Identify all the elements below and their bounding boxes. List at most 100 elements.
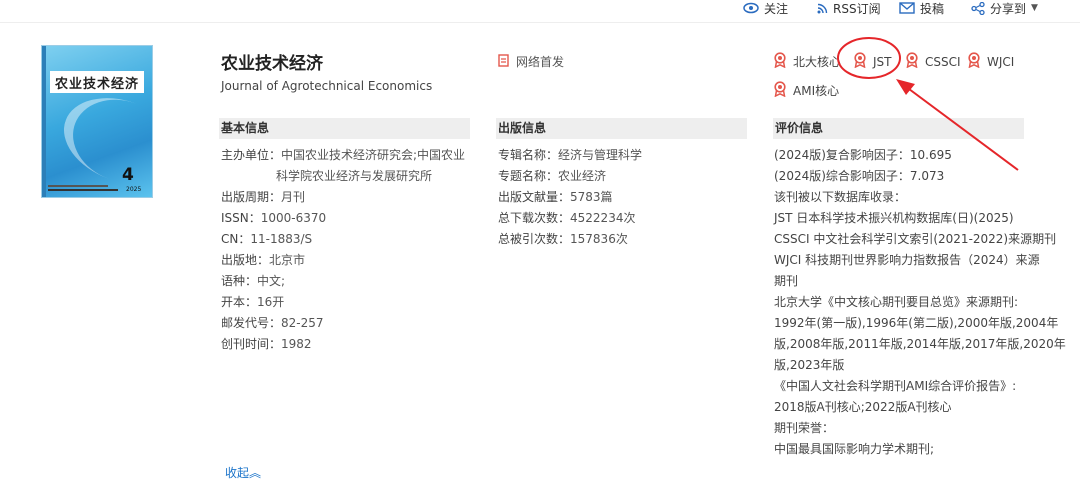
header-divider bbox=[0, 22, 1080, 23]
arrow-head-icon bbox=[896, 79, 915, 95]
topic-value: 农业经济 bbox=[558, 169, 607, 183]
issn-value: 1000-6370 bbox=[260, 211, 327, 225]
period-label: 出版周期： bbox=[221, 190, 282, 204]
submit-label: 投稿 bbox=[920, 1, 945, 16]
downloads-row: 总下载次数：4522234次 bbox=[498, 210, 748, 231]
citations-label: 总被引次数： bbox=[498, 232, 571, 246]
badge-ami-core[interactable]: AMI核心 bbox=[773, 81, 839, 100]
eye-icon bbox=[743, 2, 759, 14]
article-count-label: 出版文献量： bbox=[498, 190, 571, 204]
series-row: 专辑名称：经济与管理科学 bbox=[498, 147, 748, 168]
mail-icon bbox=[899, 2, 915, 14]
rss-icon bbox=[817, 3, 828, 14]
format-row: 开本：16开 bbox=[221, 294, 471, 315]
cover-wave bbox=[51, 82, 152, 197]
journal-english-title: Journal of Agrotechnical Economics bbox=[221, 79, 433, 93]
follow-button[interactable]: 关注 bbox=[743, 0, 788, 16]
online-first-label: 网络首发 bbox=[516, 55, 565, 69]
language-row: 语种：中文; bbox=[221, 273, 471, 294]
founded-value: 1982 bbox=[281, 337, 312, 351]
badge-label: CSSCI bbox=[925, 54, 961, 69]
pub-info-header: 出版信息 bbox=[496, 118, 747, 139]
cover-stripe bbox=[42, 46, 46, 197]
sponsor-row: 主办单位：中国农业技术经济研究会;中国农业 bbox=[221, 147, 471, 168]
eval-info-heading: 评价信息 bbox=[775, 121, 824, 135]
cn-row: CN：11-1883/S bbox=[221, 231, 471, 252]
badge-jst[interactable]: JST bbox=[853, 52, 892, 71]
eval-line: 版,2008年版,2011年版,2014年版,2017年版,2020年 bbox=[774, 337, 1066, 351]
downloads-label: 总下载次数： bbox=[498, 211, 571, 225]
award-icon bbox=[773, 81, 787, 100]
format-label: 开本： bbox=[221, 295, 258, 309]
eval-line: 《中国人文社会科学期刊AMI综合评价报告》: bbox=[774, 379, 1017, 393]
citations-row: 总被引次数：157836次 bbox=[498, 231, 748, 252]
cover-footer-line bbox=[48, 189, 118, 191]
badge-label: 北大核心 bbox=[793, 55, 842, 69]
place-value: 北京市 bbox=[269, 253, 306, 267]
language-label: 语种： bbox=[221, 274, 258, 288]
issn-label: ISSN： bbox=[221, 211, 261, 225]
journal-cover-image[interactable]: 农业技术经济 4 2025 bbox=[41, 45, 153, 198]
journal-title: 农业技术经济 bbox=[221, 54, 323, 74]
eval-line: (2024版)复合影响因子：10.695 bbox=[774, 148, 952, 162]
eval-info-list: (2024版)复合影响因子：10.695 (2024版)综合影响因子：7.073… bbox=[774, 147, 1074, 462]
caret-down-icon: ▼ bbox=[1031, 3, 1038, 13]
founded-row: 创刊时间：1982 bbox=[221, 336, 471, 357]
cn-value: 11-1883/S bbox=[250, 232, 313, 246]
sponsor-row-continued: 科学院农业经济与发展研究所 bbox=[221, 168, 471, 189]
top-toolbar: 关注 RSS订阅 投稿 分享到 ▼ bbox=[0, 0, 1080, 22]
article-count-row: 出版文献量：5783篇 bbox=[498, 189, 748, 210]
rss-button[interactable]: RSS订阅 bbox=[817, 0, 881, 16]
rss-label: RSS订阅 bbox=[833, 1, 881, 16]
basic-info-list: 主办单位：中国农业技术经济研究会;中国农业 科学院农业经济与发展研究所 出版周期… bbox=[221, 147, 471, 357]
cover-title: 农业技术经济 bbox=[50, 71, 144, 93]
sponsor-value: 中国农业技术经济研究会;中国农业 bbox=[281, 148, 466, 162]
downloads-value: 4522234次 bbox=[570, 211, 636, 225]
eval-line: 期刊 bbox=[774, 274, 799, 288]
online-first-link[interactable]: 网络首发 bbox=[498, 53, 564, 70]
postal-code-label: 邮发代号： bbox=[221, 316, 282, 330]
cover-year: 2025 bbox=[126, 186, 142, 193]
eval-line: 北京大学《中文核心期刊要目总览》来源期刊: bbox=[774, 295, 1019, 309]
badge-pku-core[interactable]: 北大核心 bbox=[773, 52, 841, 71]
eval-line: CSSCI 中文社会科学引文索引(2021-2022)来源期刊 bbox=[774, 232, 1057, 246]
award-icon bbox=[905, 52, 919, 71]
eval-line: 版,2023年版 bbox=[774, 358, 845, 372]
eval-line: 中国最具国际影响力学术期刊; bbox=[774, 442, 935, 456]
eval-line: WJCI 科技期刊世界影响力指数报告（2024）来源 bbox=[774, 253, 1040, 267]
postal-code-row: 邮发代号：82-257 bbox=[221, 315, 471, 336]
follow-label: 关注 bbox=[764, 1, 789, 16]
period-row: 出版周期：月刊 bbox=[221, 189, 471, 210]
place-label: 出版地： bbox=[221, 253, 270, 267]
document-icon bbox=[498, 53, 509, 70]
pub-info-heading: 出版信息 bbox=[498, 121, 547, 135]
period-value: 月刊 bbox=[281, 190, 306, 204]
eval-line: 期刊荣誉： bbox=[774, 421, 835, 435]
eval-line: (2024版)综合影响因子：7.073 bbox=[774, 169, 945, 183]
badge-wjci[interactable]: WJCI bbox=[967, 52, 1014, 71]
award-icon bbox=[853, 52, 867, 71]
series-value: 经济与管理科学 bbox=[558, 148, 643, 162]
badge-label: WJCI bbox=[987, 54, 1015, 69]
topic-label: 专题名称： bbox=[498, 169, 559, 183]
badge-label: JST bbox=[873, 54, 892, 69]
language-value: 中文; bbox=[257, 274, 286, 288]
award-icon bbox=[967, 52, 981, 71]
eval-line: 2018版A刊核心;2022版A刊核心 bbox=[774, 400, 952, 414]
series-label: 专辑名称： bbox=[498, 148, 559, 162]
submit-button[interactable]: 投稿 bbox=[899, 0, 944, 16]
cover-footer-line bbox=[48, 185, 108, 187]
sponsor-value-continued: 科学院农业经济与发展研究所 bbox=[276, 169, 433, 183]
cn-label: CN： bbox=[221, 232, 251, 246]
sponsor-label: 主办单位： bbox=[221, 148, 282, 162]
collapse-link[interactable]: 收起︽ bbox=[225, 464, 261, 481]
format-value: 16开 bbox=[257, 295, 285, 309]
cover-issue: 4 bbox=[122, 165, 134, 185]
eval-line: JST 日本科学技术振兴机构数据库(日)(2025) bbox=[774, 211, 1014, 225]
badge-label: AMI核心 bbox=[793, 84, 840, 98]
badge-cssci[interactable]: CSSCI bbox=[905, 52, 961, 71]
issn-row: ISSN：1000-6370 bbox=[221, 210, 471, 231]
share-button[interactable]: 分享到 ▼ bbox=[971, 0, 1038, 16]
share-label: 分享到 bbox=[990, 1, 1027, 16]
eval-line: 该刊被以下数据库收录： bbox=[774, 190, 907, 204]
